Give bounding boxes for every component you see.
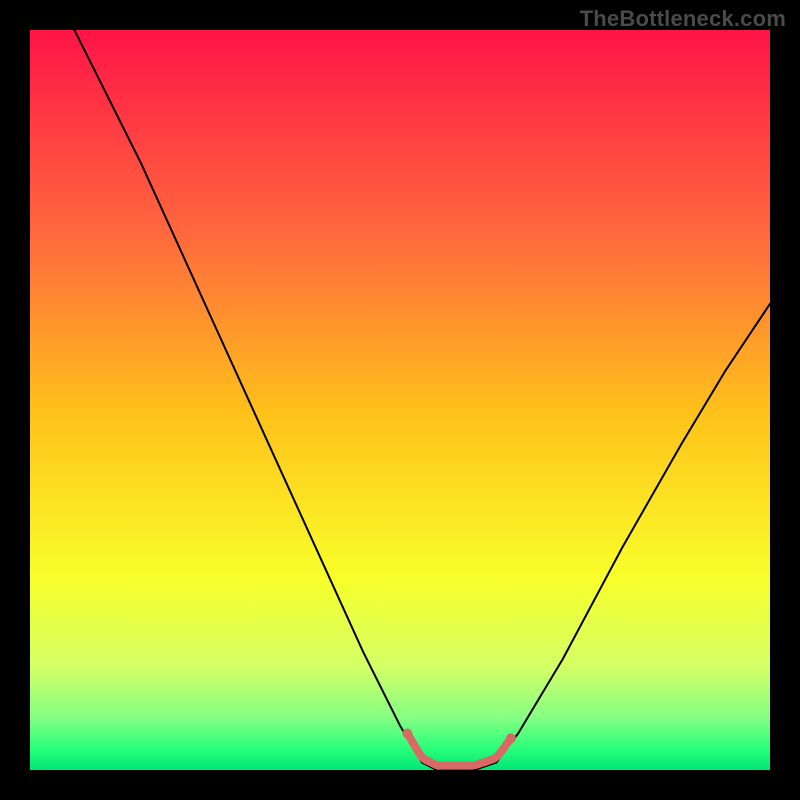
optimal-marker-dot-left	[402, 729, 412, 739]
bottleneck-chart	[0, 0, 800, 800]
optimal-marker-dot-right	[506, 733, 516, 743]
chart-frame: TheBottleneck.com	[0, 0, 800, 800]
watermark-text: TheBottleneck.com	[580, 6, 786, 32]
gradient-plot-background	[30, 30, 770, 770]
